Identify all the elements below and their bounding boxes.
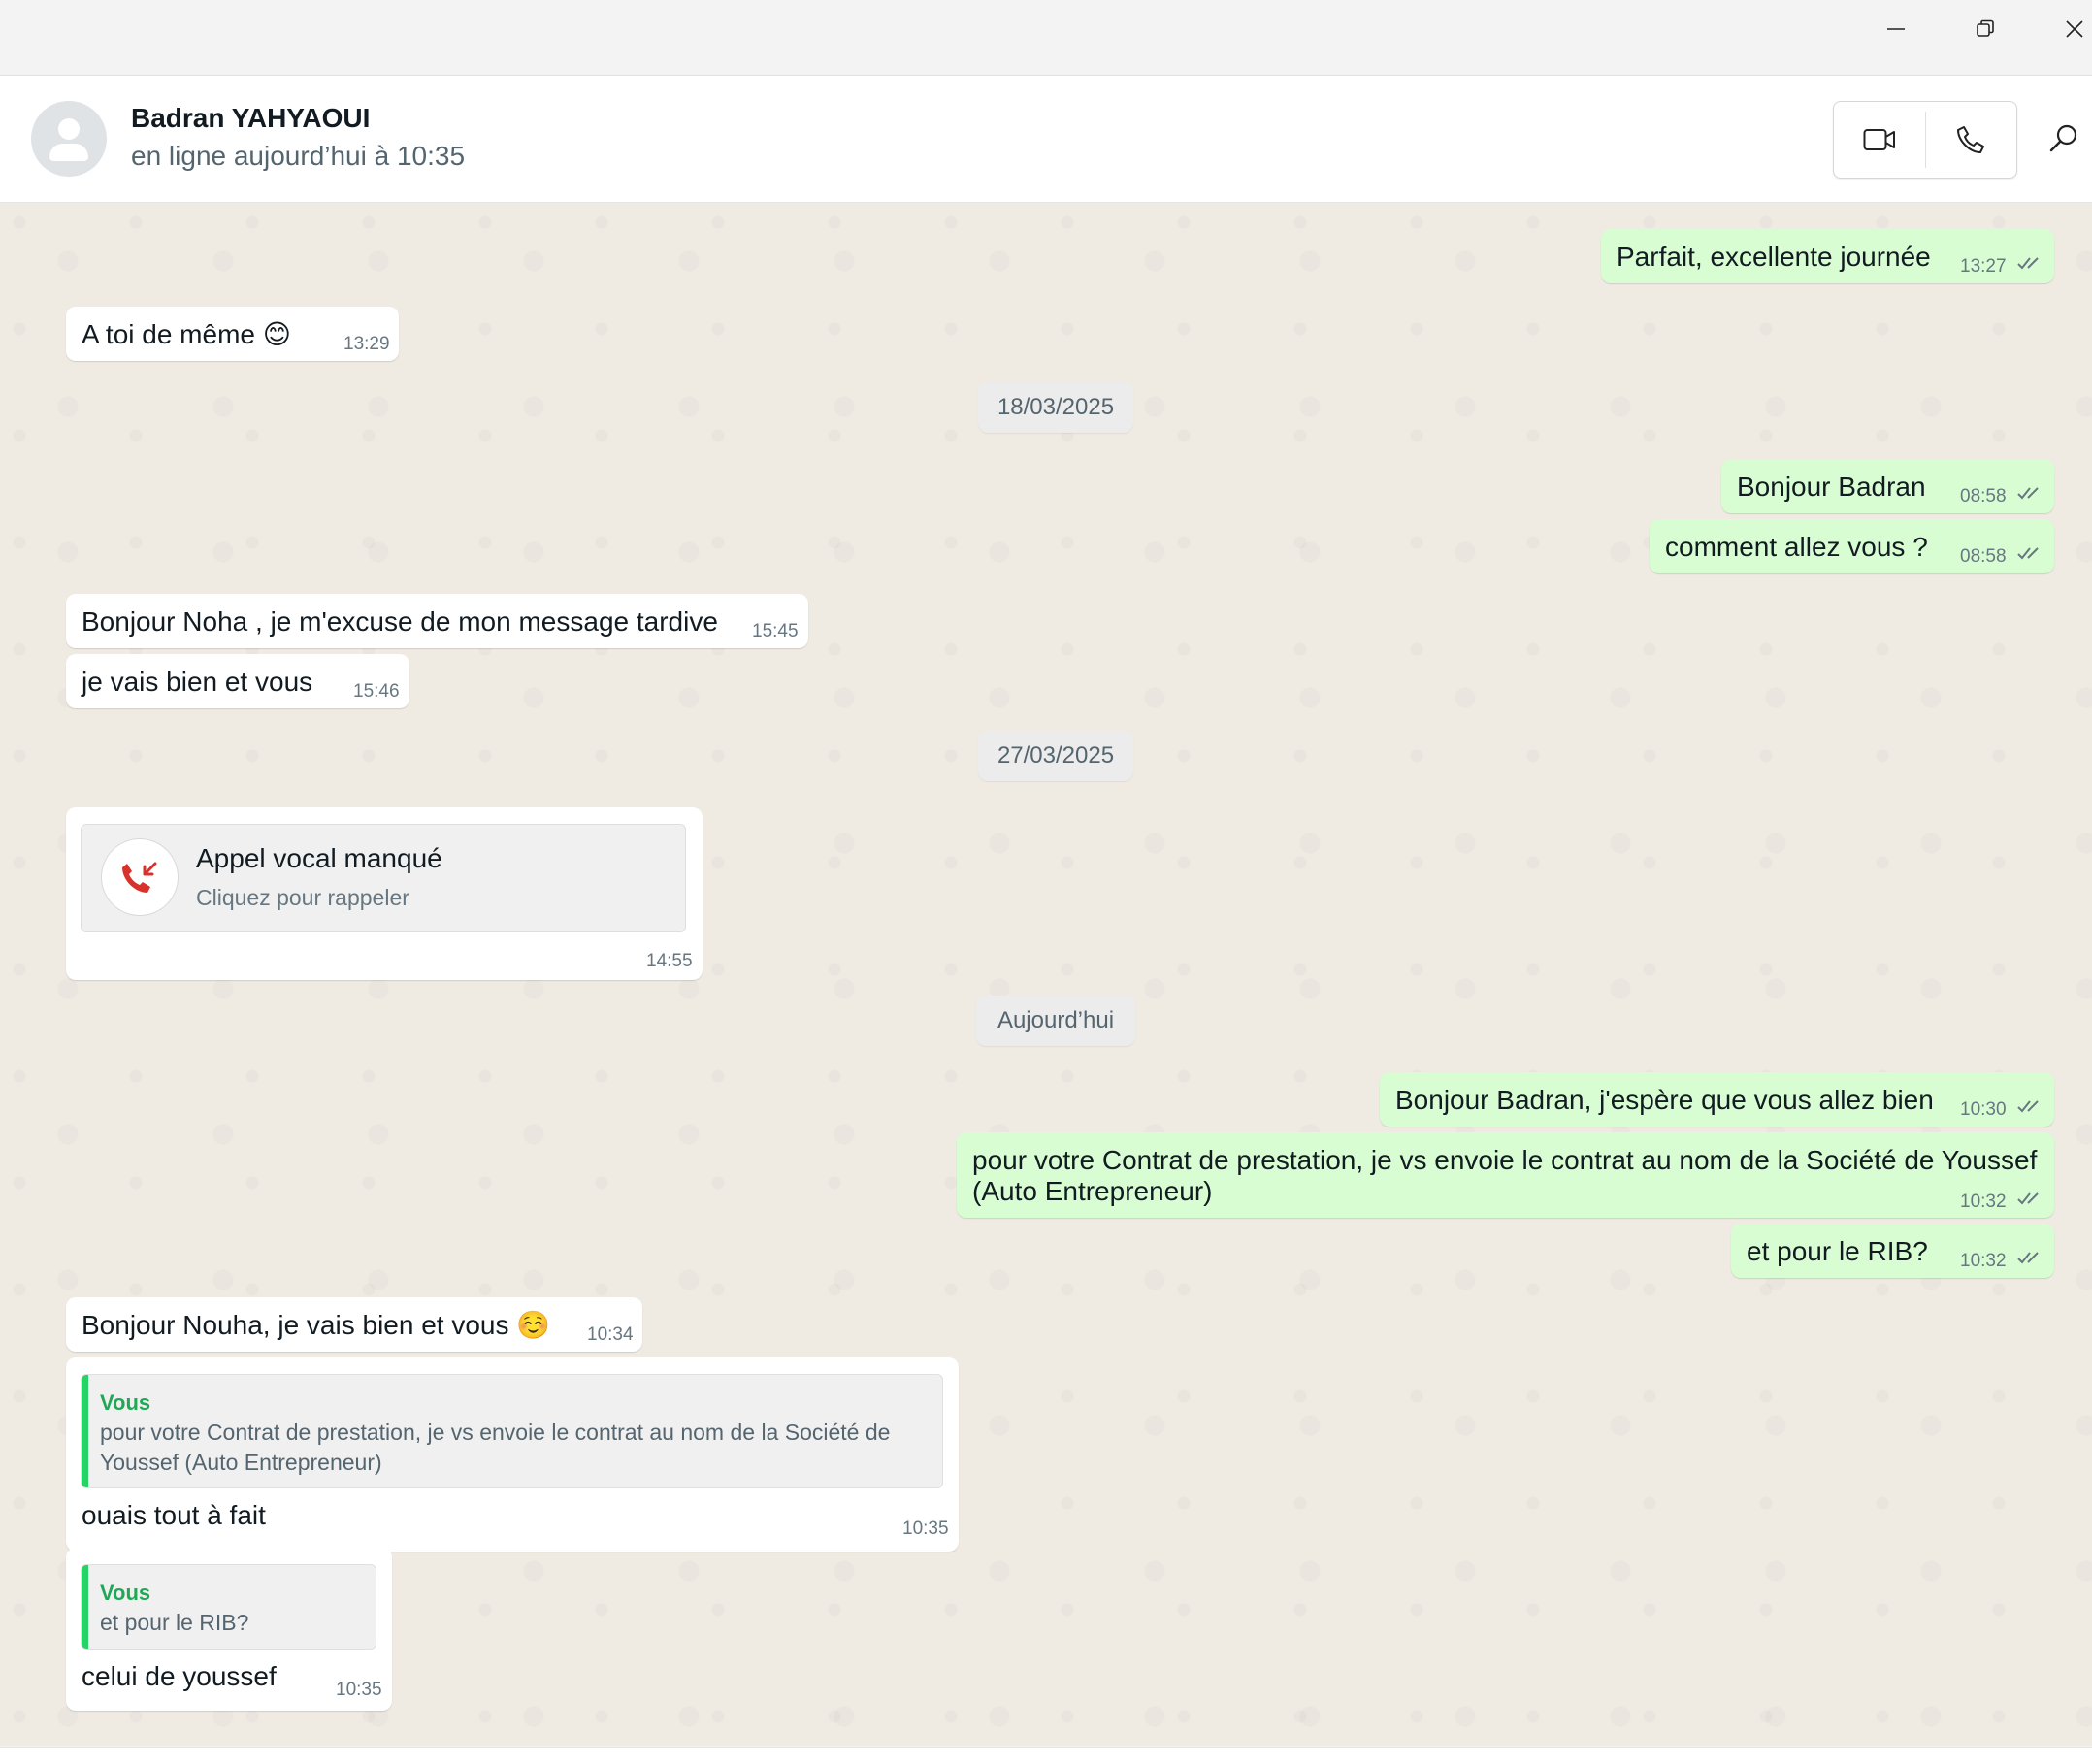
contact-status: en ligne aujourd’hui à 10:35 [131,141,466,171]
message-outgoing[interactable]: pour votre Contrat de prestation, je vs … [957,1132,2054,1218]
avatar-head-shape [58,118,80,140]
quote-author: Vous [100,1581,151,1605]
message-incoming[interactable]: A toi de même 😊 13:29 [66,307,399,361]
message-text: comment allez vous ? [1665,532,1928,562]
avatar[interactable] [31,101,107,177]
message-time: 08:58 [1960,546,2007,567]
phone-icon [1957,126,1984,153]
missed-call-title: Appel vocal manqué [196,843,442,873]
avatar-body-shape [49,144,88,161]
search-icon [2049,124,2077,152]
read-ticks-icon [2017,257,2039,270]
message-text: A toi de même 😊 [82,319,291,349]
restore-icon [1977,19,1994,37]
message-time: 14:55 [646,951,693,971]
quote-accent-bar [82,1565,88,1649]
message-outgoing[interactable]: Parfait, excellente journée 13:27 [1601,229,2054,283]
composer-bar[interactable] [0,1747,2092,1764]
call-buttons-divider [1925,112,1926,168]
message-text: Bonjour Badran [1737,472,1926,502]
search-button[interactable] [2047,122,2080,155]
quote-author: Vous [100,1390,151,1415]
missed-call-card[interactable]: Appel vocal manqué Cliquez pour rappeler [81,824,686,932]
minimize-icon [1887,28,1905,30]
message-text: Parfait, excellente journée [1617,242,1931,272]
date-separator: Aujourd’hui [976,996,1135,1046]
voice-call-button[interactable] [1954,123,1987,156]
video-camera-icon [1863,129,1895,150]
message-text: Bonjour Nouha, je vais bien et vous ☺️ [82,1310,551,1340]
restore-button[interactable] [1943,0,2028,58]
chat-header: Badran YAHYAOUI en ligne aujourd’hui à 1… [0,76,2092,203]
read-ticks-icon [2017,487,2039,500]
message-time: 08:58 [1960,486,2007,506]
missed-call-icon-circle [101,838,179,916]
message-time: 10:34 [587,1324,634,1345]
window-title-bar [0,0,2092,76]
message-text: celui de youssef [82,1661,277,1691]
date-separator: 18/03/2025 [978,382,1133,433]
message-text: Bonjour Noha , je m'excuse de mon messag… [82,606,718,637]
message-text: Bonjour Badran, j'espère que vous allez … [1395,1085,1934,1115]
message-time: 10:32 [1960,1192,2007,1212]
message-outgoing[interactable]: comment allez vous ? 08:58 [1650,519,2054,573]
message-incoming[interactable]: Bonjour Noha , je m'excuse de mon messag… [66,594,808,648]
message-time: 15:46 [353,681,400,702]
message-time: 13:29 [343,334,390,354]
message-text-line-2: (Auto Entrepreneur) [972,1176,1213,1206]
quote-text: et pour le RIB? [100,1610,249,1635]
message-time: 10:30 [1960,1099,2007,1120]
message-text: je vais bien et vous [82,667,313,697]
message-text: ouais tout à fait [82,1500,266,1530]
message-time: 10:32 [1960,1251,2007,1271]
message-incoming[interactable]: Bonjour Nouha, je vais bien et vous ☺️ 1… [66,1297,642,1352]
quoted-message[interactable]: Vous et pour le RIB? [81,1564,376,1650]
message-incoming-reply[interactable]: Vous pour votre Contrat de prestation, j… [66,1357,959,1552]
close-button[interactable] [2032,0,2092,58]
missed-call-subtitle: Cliquez pour rappeler [196,885,409,910]
video-call-button[interactable] [1863,123,1896,156]
contact-name[interactable]: Badran YAHYAOUI [131,103,370,134]
read-ticks-icon [2017,1252,2039,1264]
close-icon [2066,20,2083,38]
read-ticks-icon [2017,1100,2039,1113]
quote-text-line-1: pour votre Contrat de prestation, je vs … [100,1420,891,1445]
message-incoming-reply[interactable]: Vous et pour le RIB? celui de youssef 10… [66,1548,392,1711]
message-time: 13:27 [1960,256,2007,277]
message-outgoing[interactable]: Bonjour Badran, j'espère que vous allez … [1380,1072,2054,1127]
quote-accent-bar [82,1375,88,1487]
date-separator: 27/03/2025 [978,731,1133,781]
read-ticks-icon [2017,547,2039,560]
missed-call-icon [122,862,157,893]
message-time: 10:35 [902,1519,949,1539]
message-time: 15:45 [752,621,799,641]
message-incoming-missed-call[interactable]: Appel vocal manqué Cliquez pour rappeler… [66,807,703,980]
read-ticks-icon [2017,1192,2039,1205]
message-outgoing[interactable]: et pour le RIB? 10:32 [1731,1224,2054,1278]
message-outgoing[interactable]: Bonjour Badran 08:58 [1721,459,2054,513]
message-time: 10:35 [336,1680,382,1700]
quote-text-line-2: Youssef (Auto Entrepreneur) [100,1450,382,1475]
message-text-line-1: pour votre Contrat de prestation, je vs … [972,1145,2038,1175]
message-text: et pour le RIB? [1747,1236,1928,1266]
quoted-message[interactable]: Vous pour votre Contrat de prestation, j… [81,1374,943,1488]
message-list[interactable]: Parfait, excellente journée 13:27 A toi … [0,203,2092,1746]
call-buttons-group [1833,101,2017,179]
message-incoming[interactable]: je vais bien et vous 15:46 [66,654,409,708]
minimize-button[interactable] [1853,0,1939,58]
